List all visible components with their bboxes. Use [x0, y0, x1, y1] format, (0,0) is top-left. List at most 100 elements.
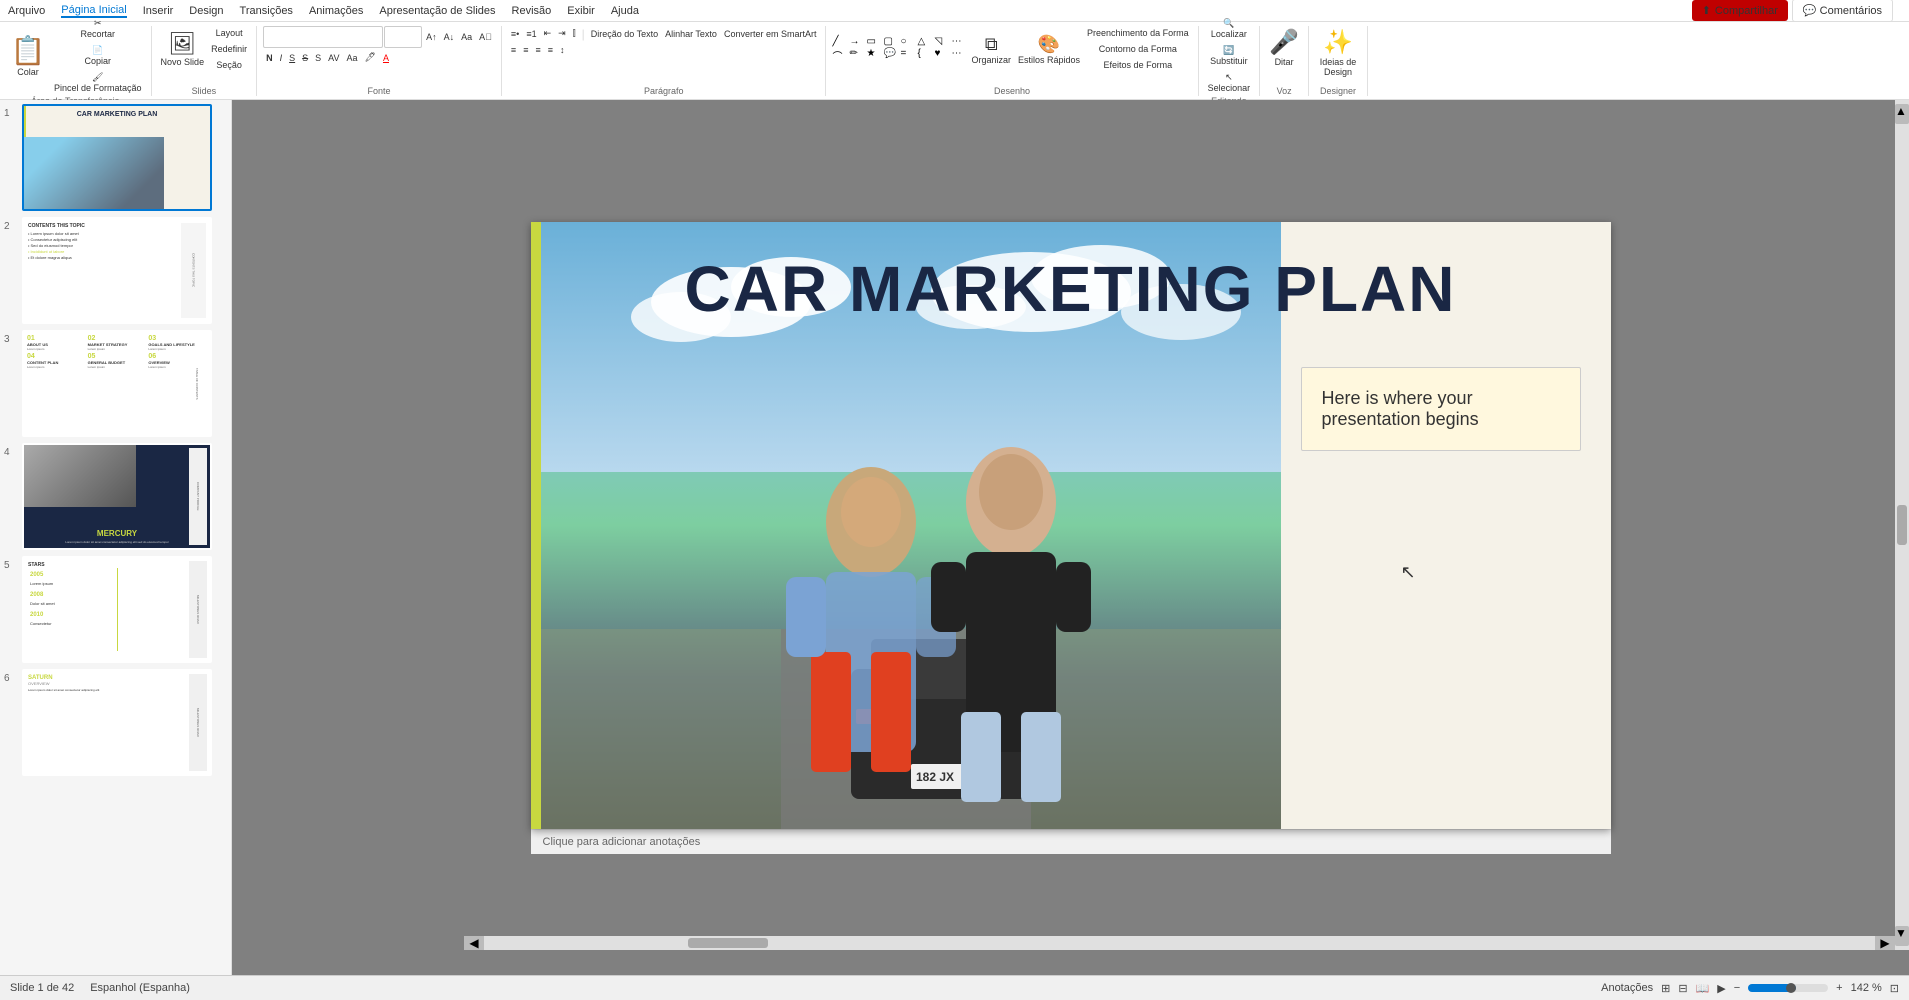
notes-placeholder[interactable]: Clique para adicionar anotações	[543, 836, 701, 848]
notes-bar[interactable]: Clique para adicionar anotações	[531, 829, 1611, 854]
view-reading-icon[interactable]: 📖	[1696, 982, 1710, 995]
menu-ajuda[interactable]: Ajuda	[611, 5, 639, 17]
strikethrough-button[interactable]: S	[299, 51, 311, 65]
clear-format-button[interactable]: A⃝	[476, 30, 495, 44]
shape-oval[interactable]: ○	[900, 36, 916, 47]
view-normal-icon[interactable]: ⊞	[1661, 982, 1670, 995]
font-name-input[interactable]	[263, 26, 383, 48]
hscroll-bar[interactable]: ◀ ▶	[464, 936, 1895, 950]
underline-button[interactable]: S	[286, 51, 298, 65]
menu-revisao[interactable]: Revisão	[512, 5, 552, 17]
font-size-input[interactable]	[384, 26, 422, 48]
shadow-button[interactable]: S	[312, 51, 324, 65]
fill-button[interactable]: Preenchimento da Forma	[1084, 26, 1192, 40]
menu-animacoes[interactable]: Animações	[309, 5, 363, 17]
hscroll-right[interactable]: ▶	[1875, 936, 1895, 950]
zoom-minus-button[interactable]: −	[1734, 982, 1740, 994]
menu-exibir[interactable]: Exibir	[567, 5, 595, 17]
shape-rect[interactable]: ▭	[866, 36, 882, 47]
shape-line[interactable]: ╱	[832, 36, 848, 47]
shape-arrow[interactable]: →	[849, 36, 865, 47]
smartart-button[interactable]: Converter em SmartArt	[721, 27, 820, 41]
share-button[interactable]: ⬆ Compartilhar	[1692, 0, 1788, 21]
italic-button[interactable]: I	[277, 51, 286, 65]
layout-button[interactable]: Layout	[208, 26, 250, 40]
view-sorter-icon[interactable]: ⊟	[1678, 982, 1687, 995]
shape-rt-tri[interactable]: ◹	[934, 36, 950, 47]
case-button[interactable]: Aa	[458, 30, 475, 44]
slide-main-title[interactable]: CAR MARKETING PLAN	[531, 252, 1611, 326]
spacing-button[interactable]: AV	[325, 51, 342, 65]
paste-button[interactable]: 📋 Colar	[6, 32, 50, 79]
menu-inserir[interactable]: Inserir	[143, 5, 174, 17]
slide-img-5[interactable]: STARS 2005 Lorem ipsum 2008 Dolor sit am…	[22, 556, 212, 663]
decrease-indent-button[interactable]: ⇤	[541, 26, 555, 41]
shape-more2[interactable]: ⋯	[951, 48, 967, 63]
shape-curve[interactable]: ⌒	[832, 48, 848, 63]
slide-img-6[interactable]: SATURN OVERVIEW Lorem ipsum dolor sit am…	[22, 669, 212, 776]
align-center-button[interactable]: ≡	[520, 43, 531, 57]
hscroll-thumb[interactable]	[688, 938, 768, 948]
comments-button[interactable]: 💬 Comentários	[1792, 0, 1893, 22]
find-button[interactable]: 🔍 Localizar	[1205, 16, 1254, 41]
design-ideas-button[interactable]: ✨ Ideias de Design	[1315, 26, 1361, 79]
vscroll-thumb[interactable]	[1897, 505, 1907, 545]
hscroll-left[interactable]: ◀	[464, 936, 484, 950]
direction-button[interactable]: Direção do Texto	[588, 27, 661, 41]
bold-button[interactable]: N	[263, 51, 276, 65]
increase-indent-button[interactable]: ⇥	[555, 26, 569, 41]
main-text-box[interactable]: Here is where your presentation begins	[1301, 367, 1581, 451]
replace-button[interactable]: 🔄 Substituir	[1205, 43, 1254, 68]
slide-thumb-4[interactable]: 4 MERCURY Lorem ipsum dolor sit amet con…	[4, 443, 227, 550]
select-button[interactable]: ↖ Selecionar	[1205, 70, 1254, 95]
line-spacing-button[interactable]: ↕	[557, 43, 568, 57]
justify-button[interactable]: ≡	[545, 43, 556, 57]
font-color-button[interactable]: A	[380, 51, 392, 65]
font-size2-button[interactable]: Aa	[344, 51, 361, 65]
shape-round-rect[interactable]: ▢	[883, 36, 899, 47]
align-left-button[interactable]: ≡	[508, 43, 519, 57]
shape-more[interactable]: ⋯	[951, 36, 967, 47]
notes-status-label[interactable]: Anotações	[1601, 982, 1653, 994]
shape-heart[interactable]: ♥	[934, 48, 950, 63]
shape-star[interactable]: ★	[866, 48, 882, 63]
format-painter-button[interactable]: 🖌 Pincel de Formatação	[51, 70, 145, 95]
slide-img-2[interactable]: CONTENTS THIS TOPIC • Lorem ipsum dolor …	[22, 217, 212, 324]
shape-tri[interactable]: △	[917, 36, 933, 47]
fit-slide-button[interactable]: ⊡	[1890, 982, 1899, 995]
bullets-button[interactable]: ≡•	[508, 27, 522, 41]
shrink-font-button[interactable]: A↓	[441, 30, 458, 44]
slide-thumb-1[interactable]: 1 CAR MARKETING PLAN	[4, 104, 227, 211]
align-text-button[interactable]: Alinhar Texto	[662, 27, 720, 41]
grow-font-button[interactable]: A↑	[423, 30, 440, 44]
zoom-slider[interactable]	[1748, 984, 1828, 992]
highlight-button[interactable]: 🖊	[362, 50, 379, 65]
cut-button[interactable]: ✂ Recortar	[51, 16, 145, 41]
zoom-plus-button[interactable]: +	[1836, 982, 1842, 994]
vscroll-down[interactable]: ▼	[1895, 926, 1909, 946]
slide-thumb-6[interactable]: 6 SATURN OVERVIEW Lorem ipsum dolor sit …	[4, 669, 227, 776]
slide-thumb-3[interactable]: 3 01ABOUT USLorem ipsum 02MARKET STRATEG…	[4, 330, 227, 437]
align-right-button[interactable]: ≡	[532, 43, 543, 57]
dictate-button[interactable]: 🎤 Ditar	[1266, 26, 1302, 69]
shape-callout[interactable]: 💬	[883, 48, 899, 63]
redefine-button[interactable]: Redefinir	[208, 42, 250, 56]
vscroll-up[interactable]: ▲	[1895, 104, 1909, 124]
slide-img-3[interactable]: 01ABOUT USLorem ipsum 02MARKET STRATEGYL…	[22, 330, 212, 437]
outline-button[interactable]: Contorno da Forma	[1084, 42, 1192, 56]
menu-transicoes[interactable]: Transições	[240, 5, 293, 17]
slide-img-4[interactable]: MERCURY Lorem ipsum dolor sit amet conse…	[22, 443, 212, 550]
columns-button[interactable]: ⫿	[570, 26, 579, 41]
view-presenter-icon[interactable]: ▶	[1717, 982, 1725, 995]
slide-canvas[interactable]: CAR MARKETING PLAN	[531, 222, 1611, 829]
menu-design[interactable]: Design	[189, 5, 223, 17]
slide-img-1[interactable]: CAR MARKETING PLAN	[22, 104, 212, 211]
quick-styles-button[interactable]: 🎨 Estilos Rápidos	[1015, 32, 1083, 67]
effects-button[interactable]: Efeitos de Forma	[1084, 58, 1192, 72]
new-slide-button[interactable]: 🖼 Novo Slide	[158, 29, 208, 69]
menu-arquivo[interactable]: Arquivo	[8, 5, 45, 17]
numbering-button[interactable]: ≡1	[523, 27, 539, 41]
slide-thumb-5[interactable]: 5 STARS 2005 Lorem ipsum 2008 Dolor sit …	[4, 556, 227, 663]
slide-thumb-2[interactable]: 2 CONTENTS THIS TOPIC • Lorem ipsum dolo…	[4, 217, 227, 324]
shape-eq[interactable]: =	[900, 48, 916, 63]
